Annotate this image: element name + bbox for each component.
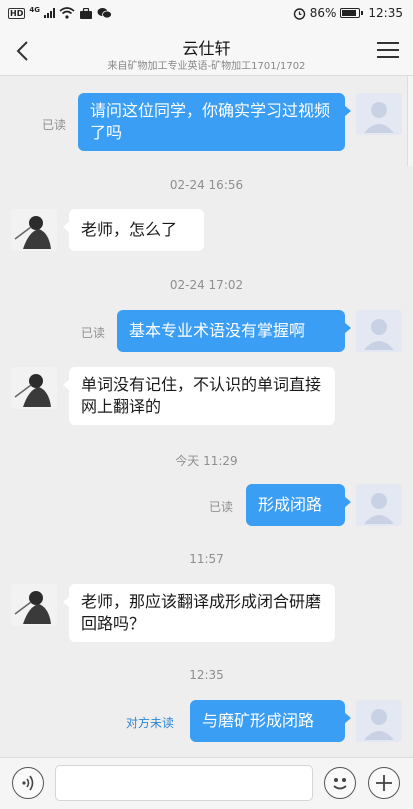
- message-input[interactable]: [55, 765, 313, 801]
- default-avatar-icon: [364, 319, 394, 350]
- status-right: 86% 12:35: [293, 6, 403, 20]
- menu-button[interactable]: [377, 42, 399, 60]
- page-title: 云仕轩: [182, 39, 231, 58]
- message-bubble-outgoing[interactable]: 基本专业术语没有掌握啊: [117, 310, 351, 352]
- message-bubble-incoming[interactable]: 单词没有记住，不认识的单词直接网上翻译的: [63, 367, 335, 425]
- message-text: 老师，怎么了: [81, 220, 178, 239]
- more-button[interactable]: [368, 767, 400, 799]
- message-bubble-outgoing[interactable]: 请问这位同学，你确实学习过视频了吗: [78, 93, 351, 151]
- self-avatar[interactable]: [356, 484, 402, 526]
- message-timestamp: 02-24 17:02: [169, 278, 244, 292]
- signal-icon: [43, 8, 55, 18]
- contact-avatar[interactable]: [11, 584, 57, 626]
- hamburger-menu-icon: [377, 42, 399, 58]
- message-text: 与磨矿形成闭路: [202, 711, 315, 730]
- avatar-photo-icon: [11, 367, 57, 409]
- wechat-icon: [97, 8, 112, 19]
- chat-header: 云仕轩 来自矿物加工专业英语-矿物加工1701/1702: [0, 26, 413, 76]
- self-avatar[interactable]: [356, 93, 402, 135]
- voice-icon: [22, 775, 34, 791]
- self-avatar[interactable]: [356, 310, 402, 352]
- scrollbar[interactable]: [407, 76, 413, 166]
- message-timestamp: 02-24 16:56: [169, 178, 244, 192]
- network-type: 4G: [29, 6, 40, 14]
- emoji-icon: [333, 778, 347, 790]
- emoji-button[interactable]: [324, 767, 356, 799]
- message-text: 老师，那应该翻译成形成闭合研磨回路吗？: [81, 592, 322, 633]
- battery-icon: [340, 8, 364, 18]
- default-avatar-icon: [364, 709, 394, 740]
- status-bar: HD 4G 86% 12:35: [0, 0, 413, 26]
- message-timestamp: 今天 11:29: [175, 454, 238, 468]
- message-bubble-outgoing[interactable]: 形成闭路: [246, 484, 351, 526]
- voice-button[interactable]: [12, 767, 44, 799]
- unread-status: 对方未读: [126, 716, 175, 730]
- message-timestamp: 11:57: [189, 552, 224, 566]
- wifi-icon: [59, 7, 75, 19]
- plus-icon: [376, 775, 392, 791]
- message-text: 单词没有记住，不认识的单词直接网上翻译的: [81, 375, 322, 416]
- message-text: 基本专业术语没有掌握啊: [129, 321, 306, 340]
- message-text: 请问这位同学，你确实学习过视频了吗: [90, 101, 331, 142]
- message-text: 形成闭路: [258, 495, 323, 514]
- message-timestamp: 12:35: [189, 668, 224, 682]
- read-status: 已读: [81, 326, 106, 340]
- message-bubble-outgoing[interactable]: 与磨矿形成闭路: [190, 700, 351, 742]
- contact-avatar[interactable]: [11, 367, 57, 409]
- self-avatar[interactable]: [356, 700, 402, 742]
- battery-percent: 86%: [309, 6, 337, 20]
- message-bubble-incoming[interactable]: 老师，怎么了: [63, 209, 204, 251]
- message-bubble-incoming[interactable]: 老师，那应该翻译成形成闭合研磨回路吗？: [63, 584, 335, 642]
- default-avatar-icon: [364, 493, 394, 524]
- contact-avatar[interactable]: [11, 209, 57, 251]
- clock: 12:35: [368, 6, 403, 20]
- default-avatar-icon: [364, 102, 394, 133]
- briefcase-icon: [79, 7, 92, 19]
- page-subtitle: 来自矿物加工专业英语-矿物加工1701/1702: [107, 61, 306, 72]
- read-status: 已读: [42, 118, 67, 132]
- input-bar: [0, 757, 413, 809]
- avatar-photo-icon: [11, 209, 57, 251]
- hd-badge: HD: [8, 7, 26, 19]
- read-status: 已读: [209, 500, 234, 514]
- avatar-photo-icon: [11, 584, 57, 626]
- status-left: HD 4G: [8, 6, 112, 19]
- alarm-icon: [293, 7, 305, 20]
